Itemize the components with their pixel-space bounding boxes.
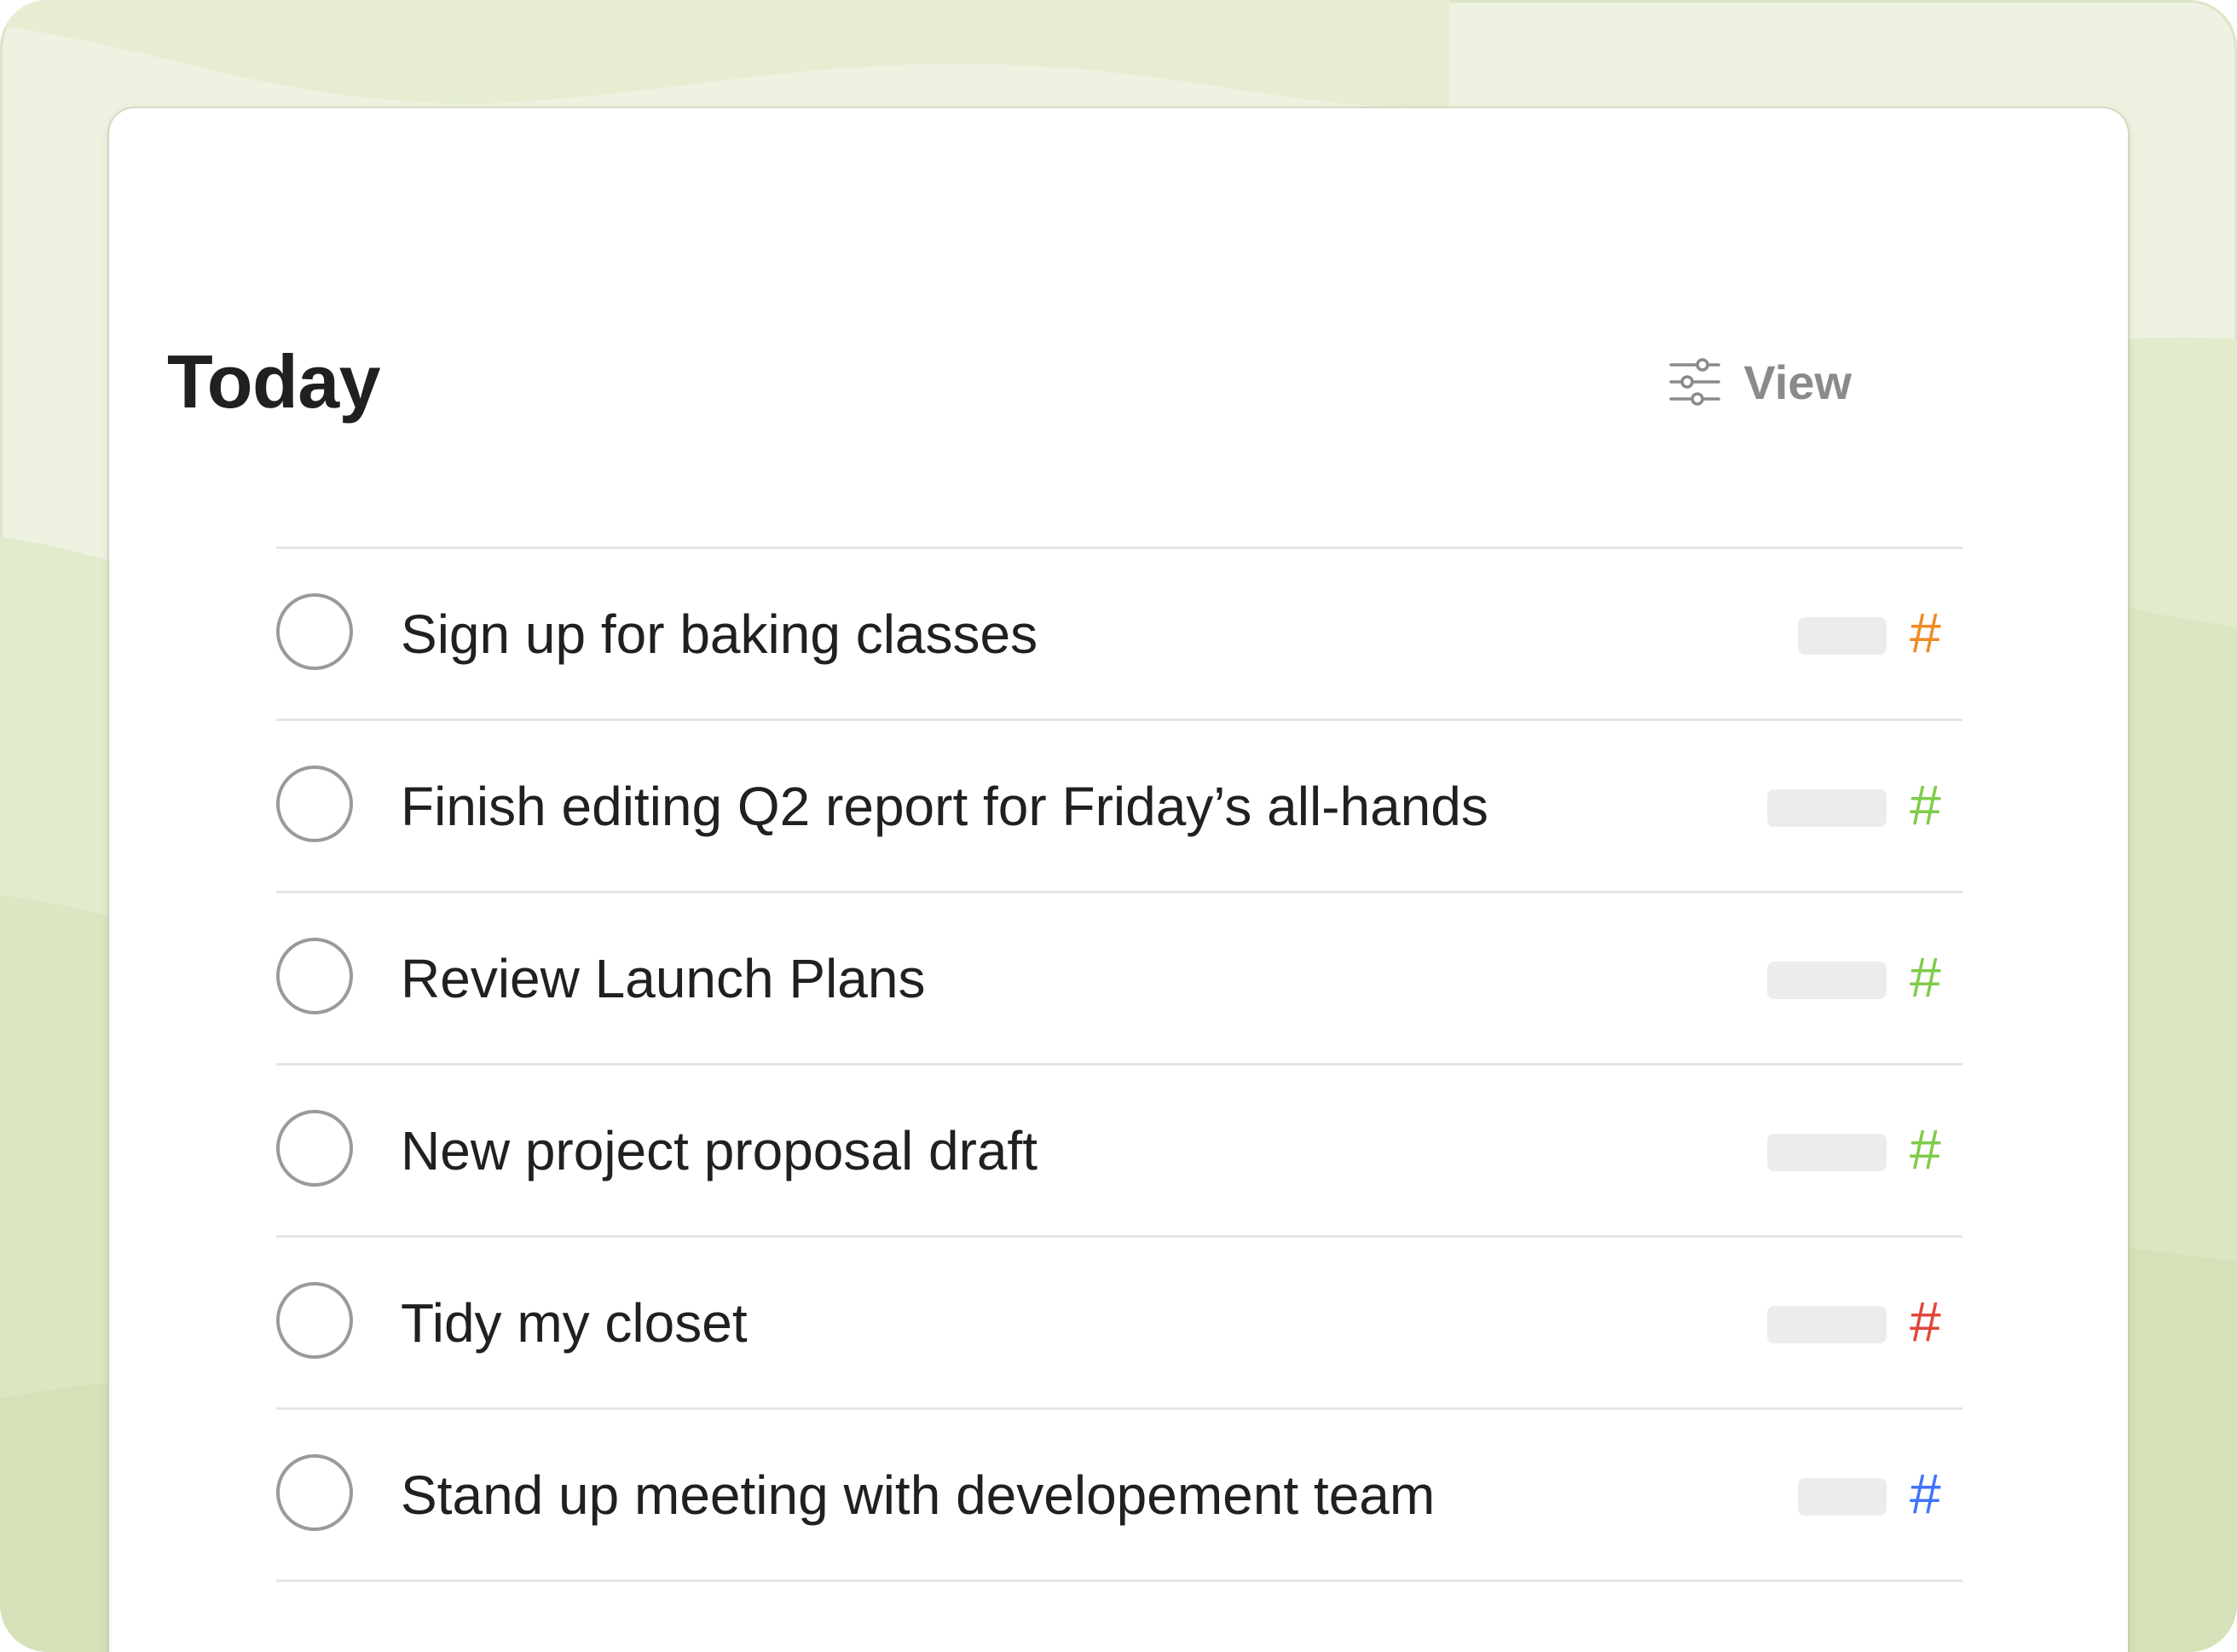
task-list: Sign up for baking classes # Finish edit… [276,546,1962,1582]
task-checkbox[interactable] [276,593,353,670]
page-title: Today [167,339,381,424]
task-title[interactable]: Sign up for baking classes [401,602,1038,667]
task-meta-placeholder [1767,1306,1887,1343]
task-checkbox[interactable] [276,938,353,1014]
task-title[interactable]: New project proposal draft [401,1118,1038,1183]
project-hash-icon[interactable]: # [1910,1459,1941,1528]
task-meta-placeholder [1798,617,1887,655]
task-row[interactable]: Review Launch Plans # [276,893,1962,1066]
task-row[interactable]: New project proposal draft # [276,1066,1962,1238]
project-hash-icon[interactable]: # [1910,1115,1941,1183]
sliders-icon [1669,358,1721,406]
view-options-button[interactable]: View [1668,355,1852,409]
task-row[interactable]: Stand up meeting with developement team … [276,1410,1962,1582]
view-label: View [1743,355,1852,409]
project-hash-icon[interactable]: # [1910,771,1941,839]
task-row[interactable]: Sign up for baking classes # [276,549,1962,721]
project-hash-icon[interactable]: # [1910,598,1941,667]
task-row[interactable]: Finish editing Q2 report for Friday’s al… [276,721,1962,893]
project-hash-icon[interactable]: # [1910,943,1941,1011]
page-header: Today View [167,331,1852,433]
task-title[interactable]: Stand up meeting with developement team [401,1463,1435,1528]
task-checkbox[interactable] [276,765,353,842]
project-hash-icon[interactable]: # [1910,1287,1941,1355]
task-title[interactable]: Finish editing Q2 report for Friday’s al… [401,774,1488,839]
task-meta-placeholder [1767,789,1887,827]
task-meta-placeholder [1767,962,1887,999]
task-title[interactable]: Tidy my closet [401,1291,748,1355]
task-meta-placeholder [1798,1478,1887,1516]
app-window: Today View Sign up for baking classes # … [0,0,2237,1652]
task-checkbox[interactable] [276,1110,353,1187]
task-meta-placeholder [1767,1134,1887,1171]
task-row[interactable]: Tidy my closet # [276,1238,1962,1410]
task-checkbox[interactable] [276,1282,353,1359]
task-checkbox[interactable] [276,1454,353,1531]
task-title[interactable]: Review Launch Plans [401,946,925,1011]
